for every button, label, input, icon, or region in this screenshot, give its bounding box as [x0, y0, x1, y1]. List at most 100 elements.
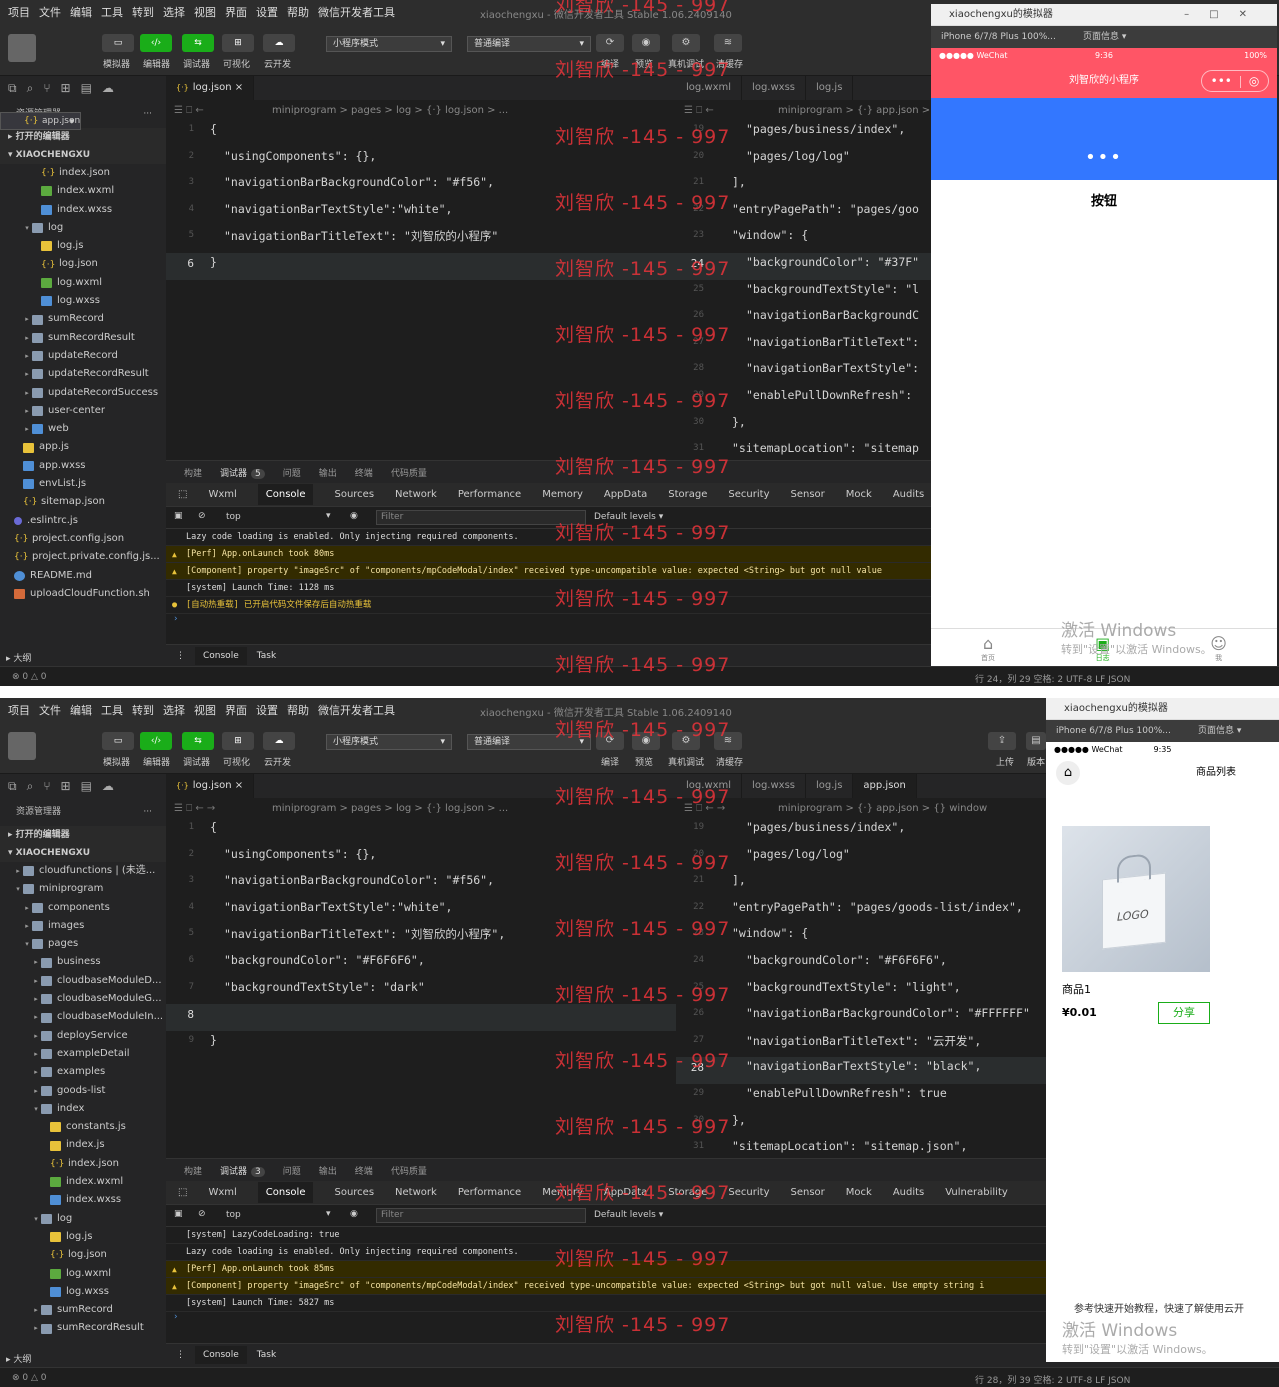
code-line[interactable]: "navigationBarBackgroundColor": "#FFFFFF… — [746, 1006, 1030, 1020]
devtools-tab[interactable]: Security — [728, 1187, 769, 1198]
debugger-toggle-button[interactable]: ⇆ — [182, 34, 214, 52]
code-line[interactable]: } — [210, 1033, 217, 1047]
tab-log[interactable]: ▣ 日志 — [1095, 634, 1110, 663]
menu-item[interactable]: 设置 — [256, 4, 278, 20]
devtools-tab[interactable]: AppData — [604, 489, 647, 500]
expand-arrow-icon[interactable]: ▸ — [22, 365, 32, 383]
expand-arrow-icon[interactable]: ▾ — [22, 935, 32, 953]
home-icon[interactable]: ⌂ — [1056, 761, 1080, 785]
tree-item[interactable]: ▸ cloudbaseModuleG... — [0, 990, 166, 1008]
clear-console-icon[interactable]: ⊘ — [198, 511, 206, 521]
code-line[interactable]: "backgroundTextStyle": "dark" — [224, 980, 425, 994]
eye-icon[interactable]: ◉ — [350, 511, 358, 521]
tree-item[interactable]: ▸ sumRecordResult — [0, 329, 166, 347]
tree-item[interactable]: README.md — [0, 567, 166, 585]
expand-arrow-icon[interactable]: ▾ — [22, 219, 32, 237]
tree-item[interactable]: log.wxml — [0, 1265, 166, 1283]
code-line[interactable]: "backgroundTextStyle": "l — [746, 282, 919, 296]
code-line[interactable]: "navigationBarTitleText": "刘智欣的小程序" — [224, 228, 498, 244]
tree-item[interactable]: ▾ log — [0, 219, 166, 237]
code-line[interactable]: }, — [732, 1113, 746, 1127]
code-line[interactable]: "navigationBarTextStyle":"white", — [224, 900, 452, 914]
tree-item[interactable]: ▸ sumRecordResult — [0, 1319, 166, 1337]
open-editors-section[interactable]: ▸ 打开的编辑器 — [0, 128, 166, 146]
code-line[interactable]: "navigationBarTextStyle": "black", — [746, 1059, 981, 1073]
context-dropdown-icon[interactable]: ▾ — [326, 1209, 331, 1219]
page-info-select[interactable]: 页面信息 ▾ — [1198, 720, 1241, 742]
menu-item[interactable]: 文件 — [39, 702, 61, 718]
share-button[interactable]: 分享 — [1158, 1002, 1210, 1024]
context-dropdown-icon[interactable]: ▾ — [326, 511, 331, 521]
open-editors-section[interactable]: ▸ 打开的编辑器 — [0, 826, 166, 844]
menu-item[interactable]: 项目 — [8, 4, 30, 20]
tree-item[interactable]: ▸ web — [0, 420, 166, 438]
menu-item[interactable]: 选择 — [163, 702, 185, 718]
menu-item[interactable]: 界面 — [225, 702, 247, 718]
expand-arrow-icon[interactable]: ▸ — [22, 384, 32, 402]
problems-count[interactable]: ⊗ 0 △ 0 — [12, 672, 47, 682]
expand-arrow-icon[interactable]: ▸ — [31, 1082, 41, 1100]
menu-item[interactable]: 选择 — [163, 4, 185, 20]
tab-me[interactable]: ☺ 我 — [1210, 634, 1227, 663]
log-levels-select[interactable]: Default levels ▾ — [594, 1210, 663, 1220]
devtools-tab[interactable]: Mock — [846, 489, 872, 500]
panel-tab[interactable]: 代码质量 — [391, 466, 427, 479]
sidebar-toggle-icon[interactable]: ▣ — [174, 1209, 183, 1219]
code-line[interactable]: "entryPagePath": "pages/goo — [732, 202, 919, 216]
tree-item[interactable]: index.wxss — [0, 1191, 166, 1209]
code-line[interactable]: "navigationBarTitleText": "刘智欣的小程序", — [224, 926, 505, 942]
devtools-tab[interactable]: Network — [395, 489, 437, 500]
filter-input[interactable]: Filter — [376, 510, 586, 525]
console-prompt[interactable]: › — [166, 1312, 1046, 1326]
tree-item[interactable]: ▸ sumRecord — [0, 1301, 166, 1319]
editor-tab[interactable]: app.json — [853, 774, 917, 798]
expand-arrow-icon[interactable]: ▸ — [31, 953, 41, 971]
devtools-tab[interactable]: Wxml — [208, 1187, 236, 1198]
tree-item[interactable]: log.wxss — [0, 292, 166, 310]
expand-arrow-icon[interactable]: ▸ — [31, 990, 41, 1008]
debugger-toggle-button[interactable]: ⇆ — [182, 732, 214, 750]
devtools-tab[interactable]: Sources — [334, 489, 374, 500]
menu-item[interactable]: 设置 — [256, 702, 278, 718]
project-section[interactable]: ▾ XIAOCHENGXU — [0, 844, 166, 862]
tree-item[interactable]: ▸ business — [0, 953, 166, 971]
panel-tab[interactable]: 代码质量 — [391, 1164, 427, 1177]
tree-item[interactable]: ▸ deployService — [0, 1027, 166, 1045]
search-icon[interactable]: ⌕ — [27, 81, 34, 96]
menu-item[interactable]: 编辑 — [70, 702, 92, 718]
devtools-tab[interactable]: Performance — [458, 489, 521, 500]
upload-icon[interactable]: ⇪ — [988, 732, 1016, 750]
outline-section[interactable]: ▸ 大纲 — [0, 1352, 166, 1365]
product-image[interactable]: LOGO — [1062, 826, 1210, 972]
more-icon[interactable]: ··· — [143, 798, 152, 826]
drawer-menu-icon[interactable]: ⋮ — [176, 651, 185, 661]
panel-tab[interactable]: 构建 — [184, 466, 202, 479]
code-line[interactable]: "navigationBarBackgroundColor": "#f56", — [224, 175, 494, 189]
tree-item[interactable]: ▸ exampleDetail — [0, 1045, 166, 1063]
menu-item[interactable]: 工具 — [101, 702, 123, 718]
tree-item[interactable]: ▸ examples — [0, 1063, 166, 1081]
drawer-tab[interactable]: Task — [257, 1350, 276, 1360]
compile-select[interactable]: 普通编译 — [467, 734, 591, 750]
expand-arrow-icon[interactable]: ▸ — [31, 1027, 41, 1045]
expand-arrow-icon[interactable]: ▾ — [13, 880, 23, 898]
menu-item[interactable]: 界面 — [225, 4, 247, 20]
menu-item[interactable]: 帮助 — [287, 4, 309, 20]
menu-item[interactable]: 工具 — [101, 4, 123, 20]
expand-arrow-icon[interactable]: ▸ — [31, 1045, 41, 1063]
menu-item[interactable]: 视图 — [194, 4, 216, 20]
code-line[interactable]: "navigationBarBackgroundColor": "#f56", — [224, 873, 494, 887]
devtools-tab[interactable]: Memory — [542, 1187, 583, 1198]
console-prompt[interactable]: › — [166, 614, 931, 628]
tree-item[interactable]: index.js — [0, 1136, 166, 1154]
code-line[interactable]: "navigationBarTitleText": — [746, 335, 919, 349]
menu-item[interactable]: 编辑 — [70, 4, 92, 20]
expand-arrow-icon[interactable]: ▸ — [22, 420, 32, 438]
code-line[interactable]: "entryPagePath": "pages/goods-list/index… — [732, 900, 1023, 914]
tree-item[interactable]: ▸ sumRecord — [0, 310, 166, 328]
devtools-tab[interactable]: Wxml — [208, 489, 236, 500]
code-line[interactable]: "pages/log/log" — [746, 847, 850, 861]
tree-item[interactable]: index.wxss — [0, 201, 166, 219]
tree-item[interactable]: {·} sitemap.json — [0, 493, 166, 511]
panel-tab[interactable]: 输出 — [319, 1164, 337, 1177]
